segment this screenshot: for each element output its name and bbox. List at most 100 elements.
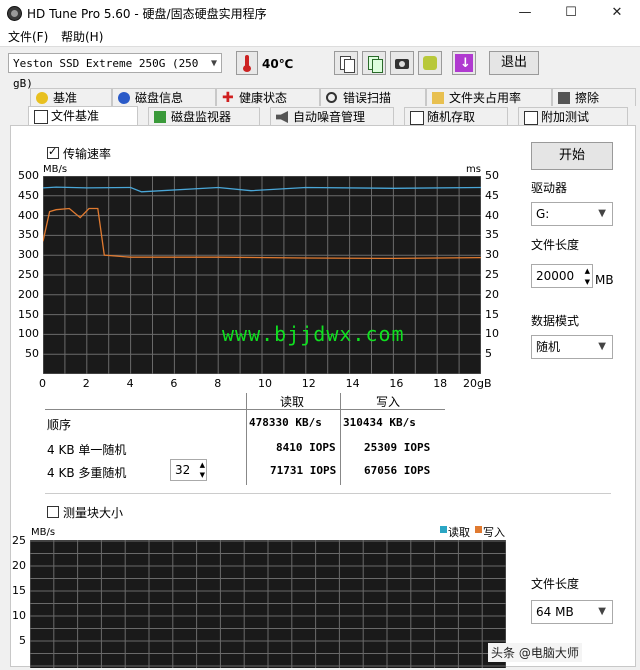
tab-benchmark[interactable]: 基准 bbox=[30, 88, 112, 106]
copy-text-button[interactable] bbox=[362, 51, 386, 75]
x-tick: 20gB bbox=[463, 377, 492, 390]
row-4kb-single-label: 4 KB 单一随机 bbox=[47, 443, 127, 457]
title-bar: HD Tune Pro 5.60 - 硬盘/固态硬盘实用程序 — ☐ ✕ bbox=[0, 0, 640, 26]
tab-extra-tests[interactable]: 附加测试 bbox=[518, 107, 628, 125]
tab-label: 擦除 bbox=[575, 91, 600, 105]
trash-icon bbox=[558, 92, 570, 104]
y-tick-right: 35 bbox=[485, 228, 499, 242]
menu-bar: 文件(F) 帮助(H) bbox=[0, 26, 640, 47]
block-file-length-value: 64 MB bbox=[536, 605, 574, 619]
thermometer-icon bbox=[236, 51, 258, 75]
y-tick-right: 45 bbox=[485, 188, 499, 202]
drive-combo[interactable]: G: ▼ bbox=[531, 202, 613, 226]
results-col-divider bbox=[246, 393, 247, 485]
tab-label: 健康状态 bbox=[239, 91, 288, 105]
row-4kb-multi-label: 4 KB 多重随机 bbox=[47, 466, 127, 480]
camera-icon[interactable] bbox=[390, 51, 414, 75]
x-tick: 18 bbox=[433, 377, 448, 390]
start-button[interactable]: 开始 bbox=[531, 142, 613, 170]
file-length-unit: MB bbox=[595, 273, 614, 287]
x-tick: 2 bbox=[82, 377, 90, 390]
monitor-chart-icon bbox=[154, 111, 166, 123]
info-icon bbox=[118, 92, 130, 104]
random-access-icon bbox=[410, 111, 424, 125]
minimize-button[interactable]: — bbox=[502, 0, 548, 26]
tab-error-scan[interactable]: 错误扫描 bbox=[320, 88, 426, 106]
menu-file[interactable]: 文件(F) bbox=[8, 28, 48, 45]
legend-read: 读取 bbox=[448, 526, 470, 539]
x-tick: 12 bbox=[301, 377, 316, 390]
block-y-tick: 5 bbox=[19, 634, 26, 647]
stepper-up-icon[interactable]: ▲ bbox=[200, 460, 205, 470]
left-axis-unit: MB/s bbox=[43, 164, 68, 175]
tab-disk-info[interactable]: 磁盘信息 bbox=[112, 88, 216, 106]
row-sequential-label: 顺序 bbox=[47, 418, 72, 432]
x-tick: 14 bbox=[345, 377, 360, 390]
tab-disk-monitor[interactable]: 磁盘监视器 bbox=[148, 107, 260, 125]
menu-help[interactable]: 帮助(H) bbox=[61, 28, 103, 45]
queue-depth-stepper[interactable]: 32 ▲ ▼ bbox=[170, 459, 207, 481]
data-mode-combo[interactable]: 随机 ▼ bbox=[531, 335, 613, 359]
exit-button[interactable]: 退出 bbox=[489, 51, 539, 75]
block-y-tick: 25 bbox=[12, 534, 26, 547]
x-tick: 0 bbox=[39, 377, 46, 390]
options-icon[interactable] bbox=[418, 51, 442, 75]
right-axis-unit: ms bbox=[466, 164, 481, 175]
y-tick-left: 450 bbox=[18, 188, 39, 202]
drive-combo-value: G: bbox=[536, 207, 550, 221]
x-tick: 10 bbox=[258, 377, 272, 390]
y-tick-right: 5 bbox=[485, 347, 492, 361]
drive-select[interactable]: Yeston SSD Extreme 250G (250 gB) ▼ bbox=[8, 53, 222, 90]
legend-write-swatch bbox=[475, 526, 482, 533]
y-tick-right: 40 bbox=[485, 208, 499, 222]
temperature-value: 40℃ bbox=[262, 57, 294, 71]
magnifier-icon bbox=[326, 92, 337, 103]
window-title: HD Tune Pro 5.60 - 硬盘/固态硬盘实用程序 bbox=[27, 7, 267, 21]
header-read: 读取 bbox=[280, 395, 305, 409]
y-tick-right: 50 bbox=[485, 169, 499, 182]
y-tick-right: 15 bbox=[485, 307, 499, 321]
file-length-stepper[interactable]: 20000 ▲ ▼ bbox=[531, 264, 593, 288]
maximize-button[interactable]: ☐ bbox=[548, 0, 594, 26]
health-cross-icon: ✚ bbox=[222, 90, 234, 106]
row-sequential-read: 478330 KB/s bbox=[249, 416, 322, 429]
y-tick-left: 250 bbox=[18, 268, 39, 281]
file-length-value: 20000 bbox=[536, 269, 575, 283]
transfer-rate-checkbox[interactable] bbox=[47, 145, 59, 159]
tab-file-benchmark[interactable]: 文件基准 bbox=[28, 106, 138, 126]
block-file-length-combo[interactable]: 64 MB ▼ bbox=[531, 600, 613, 624]
app-icon bbox=[7, 6, 22, 21]
chevron-down-icon: ▼ bbox=[210, 58, 217, 69]
stepper-up-icon[interactable]: ▲ bbox=[585, 266, 590, 276]
tab-folder-usage[interactable]: 文件夹占用率 bbox=[426, 88, 552, 106]
stepper-down-icon[interactable]: ▼ bbox=[200, 470, 205, 480]
folder-icon bbox=[432, 92, 444, 104]
chevron-down-icon: ▼ bbox=[598, 341, 606, 352]
y-tick-left: 150 bbox=[18, 307, 39, 321]
tab-noise-management[interactable]: 自动噪音管理 bbox=[270, 107, 394, 125]
y-tick-left: 350 bbox=[18, 228, 39, 242]
row-4kb-multi-write: 67056 IOPS bbox=[364, 464, 431, 477]
watermark-text: www.bjjdwx.com bbox=[222, 322, 405, 346]
y-tick-left: 300 bbox=[18, 248, 39, 262]
tab-label: 基准 bbox=[53, 91, 78, 105]
tab-label: 错误扫描 bbox=[343, 91, 392, 105]
tab-label: 文件基准 bbox=[51, 109, 100, 123]
tab-label: 附加测试 bbox=[541, 110, 590, 124]
tab-health[interactable]: ✚ 健康状态 bbox=[216, 88, 320, 106]
close-button[interactable]: ✕ bbox=[594, 0, 640, 26]
chevron-down-icon: ▼ bbox=[598, 606, 606, 617]
stepper-down-icon[interactable]: ▼ bbox=[585, 277, 590, 287]
tab-label: 随机存取 bbox=[427, 110, 476, 124]
file-benchmark-icon bbox=[34, 110, 48, 124]
footer-watermark: 头条 @电脑大师 bbox=[488, 643, 582, 662]
copy-info-button[interactable] bbox=[334, 51, 358, 75]
download-icon[interactable]: ↓ bbox=[452, 51, 476, 75]
x-tick: 16 bbox=[389, 377, 404, 390]
tab-random-access[interactable]: 随机存取 bbox=[404, 107, 508, 125]
data-mode-label: 数据模式 bbox=[531, 314, 580, 328]
extra-tests-icon bbox=[524, 111, 538, 125]
bulb-icon bbox=[36, 92, 48, 104]
tab-erase[interactable]: 擦除 bbox=[552, 88, 636, 106]
block-size-checkbox[interactable] bbox=[47, 506, 59, 518]
